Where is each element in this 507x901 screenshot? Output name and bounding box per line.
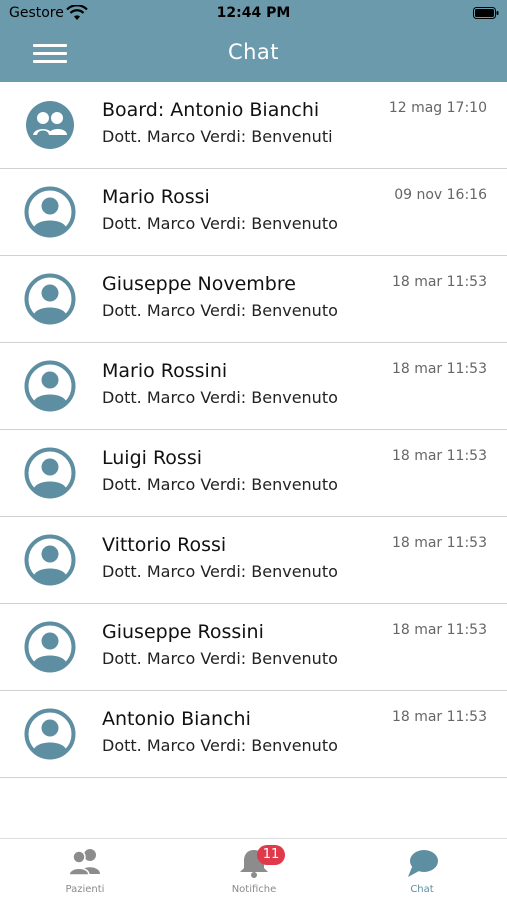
- status-bar: Gestore 12:44 PM: [0, 0, 507, 28]
- chat-name: Antonio Bianchi: [102, 708, 251, 730]
- patients-icon: [68, 849, 100, 876]
- chat-row[interactable]: Giuseppe Novembre Dott. Marco Verdi: Benv…: [0, 256, 507, 343]
- chat-name: Board: Antonio Bianchi: [102, 99, 320, 121]
- chat-last-message: Dott. Marco Verdi: Benvenuto: [102, 388, 338, 407]
- chat-name: Giuseppe Novembre: [102, 273, 296, 295]
- tab-pazienti[interactable]: Pazienti: [25, 839, 145, 901]
- group-avatar-icon: [24, 99, 76, 151]
- clock: 12:44 PM: [216, 5, 291, 21]
- chat-date: 18 mar 11:53: [391, 709, 487, 725]
- tab-label: Notifiche: [231, 884, 277, 895]
- chat-list: Board: Antonio Bianchi Dott. Marco Verdi:…: [0, 82, 507, 778]
- tab-bar: Pazienti 11 Notifiche Chat: [0, 838, 507, 901]
- chat-last-message: Dott. Marco Verdi: Benvenuti: [102, 127, 333, 146]
- user-avatar-icon: [24, 360, 76, 412]
- chat-row[interactable]: Antonio Bianchi Dott. Marco Verdi: Benven…: [0, 691, 507, 778]
- tab-chat[interactable]: Chat: [362, 839, 482, 901]
- chat-date: 18 mar 11:53: [391, 535, 487, 551]
- chat-row[interactable]: Vittorio Rossi Dott. Marco Verdi: Benvenu…: [0, 517, 507, 604]
- chat-last-message: Dott. Marco Verdi: Benvenuto: [102, 214, 338, 233]
- chat-name: Mario Rossi: [102, 186, 210, 208]
- chat-row[interactable]: Mario Rossini Dott. Marco Verdi: Benvenut…: [0, 343, 507, 430]
- chat-last-message: Dott. Marco Verdi: Benvenuto: [102, 649, 338, 668]
- chat-date: 18 mar 11:53: [391, 274, 487, 290]
- chat-icon: [408, 850, 438, 877]
- chat-row[interactable]: Board: Antonio Bianchi Dott. Marco Verdi:…: [0, 82, 507, 169]
- chat-name: Luigi Rossi: [102, 447, 203, 469]
- chat-date: 12 mag 17:10: [388, 100, 487, 116]
- chat-name: Mario Rossini: [102, 360, 228, 382]
- chat-date: 18 mar 11:53: [391, 448, 487, 464]
- tab-notifiche[interactable]: 11 Notifiche: [194, 839, 314, 901]
- chat-row[interactable]: Luigi Rossi Dott. Marco Verdi: Benvenuto 1…: [0, 430, 507, 517]
- user-avatar-icon: [24, 186, 76, 238]
- chat-last-message: Dott. Marco Verdi: Benvenuto: [102, 301, 338, 320]
- chat-last-message: Dott. Marco Verdi: Benvenuto: [102, 475, 338, 494]
- chat-last-message: Dott. Marco Verdi: Benvenuto: [102, 736, 338, 755]
- tab-label: Pazienti: [65, 884, 105, 895]
- nav-bar: Chat: [0, 28, 507, 82]
- chat-name: Vittorio Rossi: [102, 534, 227, 556]
- chat-name: Giuseppe Rossini: [102, 621, 264, 643]
- user-avatar-icon: [24, 621, 76, 673]
- chat-last-message: Dott. Marco Verdi: Benvenuto: [102, 562, 338, 581]
- user-avatar-icon: [24, 447, 76, 499]
- chat-date: 09 nov 16:16: [394, 187, 487, 203]
- user-avatar-icon: [24, 273, 76, 325]
- chat-date: 18 mar 11:53: [391, 361, 487, 377]
- notification-badge: 11: [257, 845, 285, 865]
- page-title: Chat: [227, 40, 280, 64]
- chat-row[interactable]: Giuseppe Rossini Dott. Marco Verdi: Benve…: [0, 604, 507, 691]
- battery-icon: [473, 7, 499, 19]
- user-avatar-icon: [24, 708, 76, 760]
- chat-date: 18 mar 11:53: [391, 622, 487, 638]
- chat-row[interactable]: Mario Rossi Dott. Marco Verdi: Benvenuto 0…: [0, 169, 507, 256]
- user-avatar-icon: [24, 534, 76, 586]
- tab-label: Chat: [410, 884, 434, 895]
